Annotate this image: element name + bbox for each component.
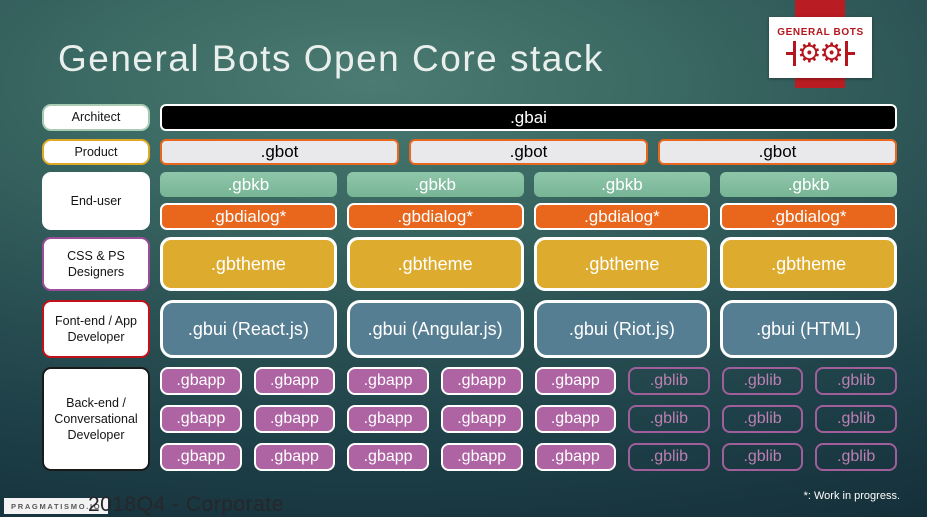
gbui-react-box: .gbui (React.js) [160,300,337,358]
gbapp-box: .gbapp [160,367,242,395]
gbapp-box: .gbapp [440,405,523,433]
gbapp-box: .gbapp [253,443,336,471]
row-end-user: End-user .gbkb .gbkb .gbkb .gbkb .gbdial… [42,172,897,230]
logo-brand-text: GENERAL BOTS [777,26,864,38]
gbapp-box: .gbapp [440,443,523,471]
gbapp-box: .gbapp [534,405,617,433]
gbui-riot-box: .gbui (Riot.js) [533,300,711,358]
gbapp-box: .gbapp [160,405,242,433]
row-frontend: Font-end / App Developer .gbui (React.js… [42,300,897,358]
gbkb-box: .gbkb [720,172,897,197]
gbui-html-box: .gbui (HTML) [720,300,897,358]
gblib-box: .gblib [721,443,804,471]
row-label-backend: Back-end / Conversational Developer [42,367,150,471]
row-label-designers: CSS & PS Designers [42,237,150,291]
gear-icon: ⚙ [819,38,844,68]
gear-icon: ⚙ [797,38,822,68]
gbapp-box: .gbapp [534,443,617,471]
gbai-bar: .gbai [160,104,897,131]
logo-gears: ⚙ ⚙ [786,38,855,70]
slide: General Bots Open Core stack GENERAL BOT… [0,0,927,517]
gbapp-box: .gbapp [347,443,429,471]
gbtheme-box: .gbtheme [160,237,337,291]
row-backend: Back-end / Conversational Developer .gba… [42,367,897,471]
gbapp-box: .gbapp [347,405,429,433]
gbdialog-box: .gbdialog* [346,203,524,230]
row-architect: Architect .gbai [42,104,897,131]
gbapp-box: .gbapp [160,443,242,471]
row-product: Product .gbot .gbot .gbot [42,139,897,165]
gbapp-box: .gbapp [253,367,336,395]
row-label-product: Product [42,139,150,165]
gbapp-box: .gbapp [534,367,617,395]
row-label-end-user: End-user [42,172,150,230]
gblib-box: .gblib [815,367,897,395]
row-label-frontend: Font-end / App Developer [42,300,150,358]
row-designers: CSS & PS Designers .gbtheme .gbtheme .gb… [42,237,897,291]
gblib-box: .gblib [721,367,804,395]
slide-title: General Bots Open Core stack [58,38,604,79]
gbtheme-box: .gbtheme [346,237,524,291]
gbdialog-box: .gbdialog* [160,203,337,230]
gbot-box: .gbot [160,139,399,165]
gblib-box: .gblib [721,405,804,433]
gblib-box: .gblib [628,443,710,471]
gblib-box: .gblib [815,443,897,471]
gbui-angular-box: .gbui (Angular.js) [346,300,524,358]
footer-caption: 2018Q4 - Corporate [88,493,284,516]
stack-diagram: Architect .gbai Product .gbot .gbot .gbo… [42,104,897,471]
gblib-box: .gblib [628,367,710,395]
gbot-box: .gbot [409,139,648,165]
gbdialog-box: .gbdialog* [720,203,897,230]
general-bots-logo: GENERAL BOTS ⚙ ⚙ [769,17,872,78]
gbkb-box: .gbkb [533,172,711,197]
gblib-box: .gblib [815,405,897,433]
gear-bar-icon [844,41,855,66]
gbapp-box: .gbapp [440,367,523,395]
gbapp-box: .gbapp [347,367,429,395]
gbtheme-box: .gbtheme [720,237,897,291]
gblib-box: .gblib [628,405,710,433]
gbtheme-box: .gbtheme [533,237,711,291]
row-label-architect: Architect [42,104,150,131]
gbapp-box: .gbapp [253,405,336,433]
gear-bar-icon [786,41,797,66]
gbot-box: .gbot [658,139,897,165]
gbkb-box: .gbkb [160,172,337,197]
gbdialog-box: .gbdialog* [533,203,711,230]
gbkb-box: .gbkb [346,172,524,197]
work-in-progress-note: *: Work in progress. [803,490,900,502]
